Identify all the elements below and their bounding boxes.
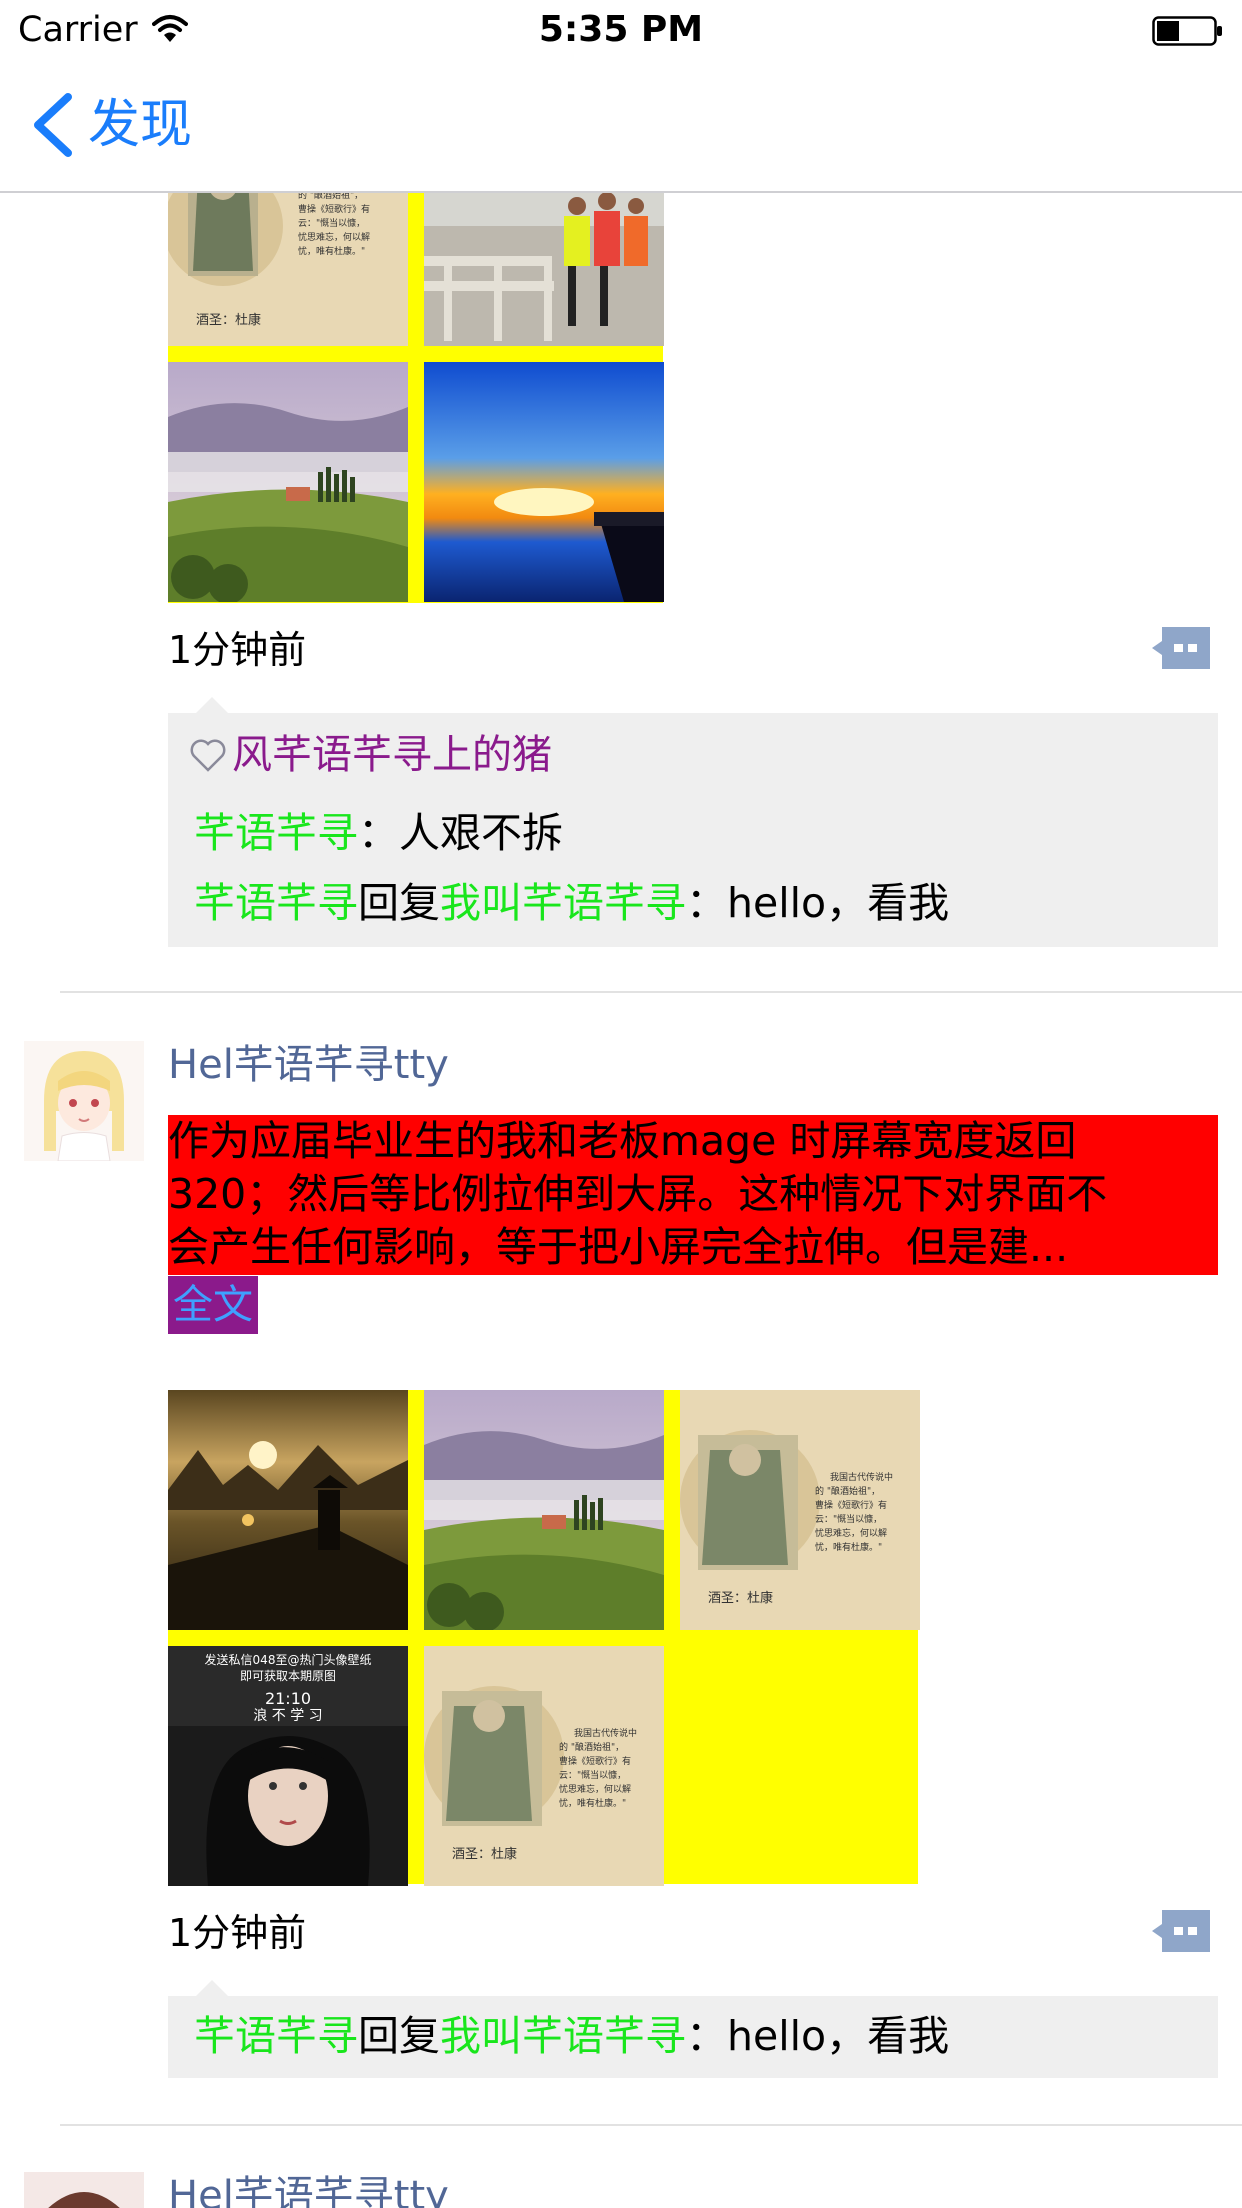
heart-icon	[190, 739, 226, 772]
post1-comment-box: 风芊语芊寻上的猪 芊语芊寻：人艰不拆 芊语芊寻回复我叫芊语芊寻：hello，看我	[168, 697, 1218, 947]
full-text-button[interactable]: 全文	[168, 1276, 258, 1334]
status-bar: Carrier 5:35 PM	[0, 0, 1242, 60]
svg-text:曹操《短歌行》有: 曹操《短歌行》有	[298, 203, 370, 215]
reply-target[interactable]: 我叫芊语芊寻	[440, 879, 686, 927]
battery-icon	[1152, 16, 1222, 46]
svg-text:即可获取本期原图: 即可获取本期原图	[240, 1669, 336, 1683]
svg-text:曹操《短歌行》有: 曹操《短歌行》有	[559, 1755, 631, 1767]
post1-timestamp: 1分钟前	[168, 628, 307, 672]
comment-text: hello，看我	[727, 879, 950, 927]
svg-text:酒圣：杜康: 酒圣：杜康	[708, 1590, 773, 1606]
post2-timestamp: 1分钟前	[168, 1911, 307, 1955]
comment-text: 人艰不拆	[399, 809, 563, 857]
svg-text:云："慨当以慷，: 云："慨当以慷，	[559, 1769, 626, 1781]
comment-line[interactable]: 芊语芊寻：人艰不拆	[194, 805, 563, 861]
post2-image-3[interactable]: 我国古代传说中 的 "酿酒始祖"， 曹操《短歌行》有 云："慨当以慷， 忧思难忘…	[680, 1390, 920, 1630]
post-divider	[60, 2124, 1242, 2126]
svg-text:浪 不 学 习: 浪 不 学 习	[253, 1708, 322, 1724]
post2-text: 作为应届毕业生的我和老板mage 时屏幕宽度返回 320；然后等比例拉伸到大屏。…	[168, 1115, 1218, 1275]
svg-text:21:10: 21:10	[265, 1689, 311, 1708]
svg-text:发送私信048至@热门头像壁纸: 发送私信048至@热门头像壁纸	[205, 1652, 372, 1667]
post2-image-5[interactable]: 我国古代传说中 的 "酿酒始祖"， 曹操《短歌行》有 云："慨当以慷， 忧思难忘…	[424, 1646, 664, 1886]
comment-author[interactable]: 芊语芊寻	[194, 2012, 358, 2060]
svg-text:忧，唯有杜康。": 忧，唯有杜康。"	[559, 1797, 626, 1809]
svg-text:忧，唯有杜康。": 忧，唯有杜康。"	[298, 245, 365, 257]
svg-text:曹操《短歌行》有: 曹操《短歌行》有	[815, 1499, 887, 1511]
comment-author[interactable]: 芊语芊寻	[194, 809, 358, 857]
back-label: 发现	[88, 95, 193, 155]
comment-author[interactable]: 芊语芊寻	[194, 879, 358, 927]
chevron-left-icon	[34, 93, 72, 157]
svg-text:忧，唯有杜康。": 忧，唯有杜康。"	[815, 1541, 882, 1553]
post1-image-3[interactable]	[168, 362, 408, 602]
svg-text:酒圣：杜康: 酒圣：杜康	[196, 312, 261, 328]
post3-username[interactable]: Hel芊语芊寻tty	[168, 2168, 449, 2208]
post2-comment-box: 芊语芊寻回复我叫芊语芊寻：hello，看我	[168, 1980, 1218, 2078]
post2-username[interactable]: Hel芊语芊寻tty	[168, 1037, 449, 1093]
navigation-bar: 发现	[0, 60, 1242, 193]
svg-text:云："慨当以慷，: 云："慨当以慷，	[815, 1513, 882, 1525]
comment-box-arrow	[196, 1980, 228, 1996]
post-divider	[60, 991, 1242, 993]
svg-text:我国古代传说中: 我国古代传说中	[830, 1471, 893, 1483]
moments-feed[interactable]: 我国古代传说中 的 "酿酒始祖"， 曹操《短歌行》有 云："慨当以慷， 忧思难忘…	[0, 0, 1242, 2208]
comment-box-arrow	[196, 697, 228, 713]
likes-row: 风芊语芊寻上的猪	[188, 727, 552, 783]
svg-text:云："慨当以慷，: 云："慨当以慷，	[298, 217, 365, 229]
svg-text:忧思难忘，何以解: 忧思难忘，何以解	[559, 1783, 631, 1795]
svg-text:酒圣：杜康: 酒圣：杜康	[452, 1846, 517, 1862]
svg-text:我国古代传说中: 我国古代传说中	[574, 1727, 637, 1739]
avatar[interactable]	[24, 1041, 144, 1161]
post1-image-4[interactable]	[424, 362, 664, 602]
comment-text: hello，看我	[727, 2012, 950, 2060]
comment-line[interactable]: 芊语芊寻回复我叫芊语芊寻：hello，看我	[194, 875, 949, 931]
svg-text:忧思难忘，何以解: 忧思难忘，何以解	[815, 1527, 887, 1539]
status-time: 5:35 PM	[538, 9, 704, 50]
comment-icon[interactable]	[1152, 627, 1210, 669]
svg-text:的 "酿酒始祖"，: 的 "酿酒始祖"，	[815, 1485, 880, 1497]
post2-image-1[interactable]	[168, 1390, 408, 1630]
svg-text:忧思难忘，何以解: 忧思难忘，何以解	[298, 231, 370, 243]
reply-target[interactable]: 我叫芊语芊寻	[440, 2012, 686, 2060]
comment-line[interactable]: 芊语芊寻回复我叫芊语芊寻：hello，看我	[194, 2008, 949, 2064]
back-button[interactable]: 发现	[30, 90, 192, 160]
svg-text:的 "酿酒始祖"，: 的 "酿酒始祖"，	[559, 1741, 624, 1753]
post2-image-4[interactable]: 发送私信048至@热门头像壁纸 即可获取本期原图 21:10 浪 不 学 习	[168, 1646, 408, 1886]
comment-icon[interactable]	[1152, 1910, 1210, 1952]
avatar[interactable]	[24, 2172, 144, 2208]
like-user-name[interactable]: 风芊语芊寻上的猪	[232, 727, 552, 783]
post2-image-2[interactable]	[424, 1390, 664, 1630]
